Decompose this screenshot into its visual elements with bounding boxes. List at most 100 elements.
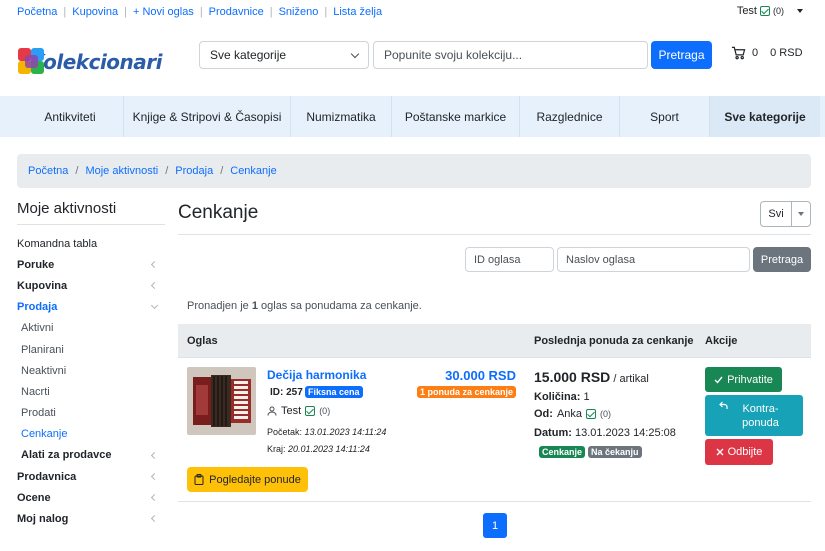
verified-check-icon <box>305 406 316 416</box>
pagination-page-1[interactable]: 1 <box>483 513 507 538</box>
chevron-left-icon <box>150 282 159 290</box>
offer-price: 15.000 RSD / artikal <box>534 369 649 385</box>
user-icon <box>267 406 277 416</box>
sidebar-item-cenkanje[interactable]: Cenkanje <box>17 424 165 445</box>
accordion-image <box>187 367 256 435</box>
chevron-down-icon <box>150 301 159 309</box>
clipboard-icon <box>194 474 204 485</box>
reject-offer-button[interactable]: Odbijte <box>705 439 773 465</box>
counter-offer-button[interactable]: Kontra-ponuda <box>705 395 803 436</box>
check-icon <box>714 376 723 384</box>
top-link-pocetna[interactable]: Početna <box>17 6 57 18</box>
offers-count-badge: 1 ponuda za cenkanje <box>416 386 516 398</box>
cat-knjige[interactable]: Knjige & Stripovi & Časopisi <box>124 96 291 137</box>
reply-arrow-icon <box>718 401 728 409</box>
listing-seller[interactable]: Test (0) <box>267 405 330 417</box>
breadcrumb: Početna / Moje aktivnosti / Prodaja / Cenka… <box>17 154 811 188</box>
verified-check-icon <box>586 409 597 419</box>
breadcrumb-prodaja[interactable]: Prodaja <box>175 165 213 177</box>
sidebar-item-planirani[interactable]: Planirani <box>17 339 165 360</box>
top-bar: Početna | Kupovina | + Novi oglas | Prodavn… <box>0 0 825 24</box>
chevron-left-icon <box>150 261 159 269</box>
sidebar-item-kupovina[interactable]: Kupovina <box>17 275 165 296</box>
col-oglas: Oglas <box>187 335 218 347</box>
puzzle-logo-icon <box>17 44 44 80</box>
chevron-left-icon <box>150 515 159 523</box>
chevron-left-icon <box>150 494 159 502</box>
sidebar: Moje aktivnosti Komandna tabla Poruke Ku… <box>17 200 165 530</box>
fixed-price-badge: Fiksna cena <box>305 386 363 398</box>
breadcrumb-moje-aktivnosti[interactable]: Moje aktivnosti <box>85 165 158 177</box>
search-button[interactable]: Pretraga <box>651 41 712 69</box>
top-link-kupovina[interactable]: Kupovina <box>72 6 118 18</box>
accept-offer-button[interactable]: Prihvatite <box>705 367 782 392</box>
search-input[interactable] <box>373 41 648 69</box>
listing-id-input[interactable] <box>465 247 554 272</box>
filter-search-button[interactable]: Pretraga <box>753 247 811 272</box>
top-link-lista-zelja[interactable]: Lista želja <box>333 6 382 18</box>
title-divider <box>178 234 811 235</box>
sidebar-item-prodati[interactable]: Prodati <box>17 403 165 424</box>
close-icon <box>716 448 724 456</box>
category-nav: Antikviteti Knjige & Stripovi & Časopisi… <box>0 96 825 137</box>
cat-antikviteti[interactable]: Antikviteti <box>17 96 124 137</box>
breadcrumb-pocetna[interactable]: Početna <box>28 165 68 177</box>
cart[interactable]: 0 0 RSD <box>731 46 803 60</box>
sidebar-item-prodavnica[interactable]: Prodavnica <box>17 466 165 487</box>
listing-start: Početak: 13.01.2023 14:11:24 <box>267 427 387 437</box>
table-row: Dečija harmonika ID: 257 Fiksna cena 30.… <box>178 358 811 502</box>
chevron-left-icon <box>150 473 159 481</box>
seller-rating: (0) <box>319 406 331 416</box>
header: Kolekcionari Sve kategorije Pretraga 0 0… <box>0 24 825 96</box>
sidebar-item-alati-za-prodavce[interactable]: Alati za prodavce <box>17 445 165 466</box>
sidebar-item-poruke[interactable]: Poruke <box>17 254 165 275</box>
offer-status-badge: Na čekanju <box>588 446 642 458</box>
sidebar-item-komandna-tabla[interactable]: Komandna tabla <box>17 233 165 254</box>
category-select-value: Sve kategorije <box>210 48 287 62</box>
status-filter-dropdown[interactable]: Svi <box>760 201 811 227</box>
user-name: Test <box>736 5 757 17</box>
offer-date: Datum: 13.01.2023 14:25:08 <box>534 427 676 439</box>
col-poslednja-ponuda: Poslednja ponuda za cenkanje <box>534 335 694 347</box>
chevron-left-icon <box>150 451 159 459</box>
listing-title-link[interactable]: Dečija harmonika <box>267 368 366 382</box>
verified-check-icon <box>760 6 770 16</box>
sidebar-item-nacrti[interactable]: Nacrti <box>17 381 165 402</box>
page-title: Cenkanje <box>178 202 259 223</box>
sidebar-title: Moje aktivnosti <box>17 200 165 225</box>
sidebar-item-aktivni[interactable]: Aktivni <box>17 318 165 339</box>
status-filter-toggle[interactable] <box>792 202 810 226</box>
site-logo[interactable]: Kolekcionari <box>17 42 162 82</box>
sidebar-item-prodaja[interactable]: Prodaja <box>17 297 165 318</box>
cat-sve-kategorije[interactable]: Sve kategorije <box>710 96 820 137</box>
listing-thumbnail[interactable] <box>187 367 256 435</box>
user-menu[interactable]: Test (0) <box>737 5 803 17</box>
breadcrumb-cenkanje[interactable]: Cenkanje <box>230 165 276 177</box>
view-offers-button[interactable]: Pogledajte ponude <box>187 467 308 492</box>
cat-razglednice[interactable]: Razglednice <box>520 96 620 137</box>
user-rating: (0) <box>773 6 784 16</box>
cat-sport[interactable]: Sport <box>620 96 710 137</box>
caret-down-icon <box>798 212 804 216</box>
sidebar-item-neaktivni[interactable]: Neaktivni <box>17 360 165 381</box>
col-akcije: Akcije <box>705 335 738 347</box>
listing-title-input[interactable] <box>557 247 750 272</box>
top-link-novi-oglas[interactable]: + Novi oglas <box>133 6 194 18</box>
top-link-prodavnice[interactable]: Prodavnice <box>209 6 264 18</box>
sidebar-item-ocene[interactable]: Ocene <box>17 487 165 508</box>
offer-quantity: Količina: 1 <box>534 391 590 403</box>
table-header: Oglas Poslednja ponuda za cenkanje Akcij… <box>178 324 811 358</box>
offer-type-badge: Cenkanje <box>539 446 586 458</box>
listing-id: ID: 257 <box>270 387 303 398</box>
top-link-snizeno[interactable]: Sniženo <box>279 6 319 18</box>
listing-price: 30.000 RSD <box>445 368 516 383</box>
category-select[interactable]: Sve kategorije <box>199 41 369 69</box>
offer-buyer[interactable]: Anka <box>557 408 582 420</box>
sidebar-item-moj-nalog[interactable]: Moj nalog <box>17 508 165 529</box>
chevron-down-icon <box>350 49 360 58</box>
cat-postanske-markice[interactable]: Poštanske markice <box>392 96 520 137</box>
cart-total: 0 RSD <box>770 47 803 59</box>
caret-down-icon <box>797 9 803 13</box>
cat-numizmatika[interactable]: Numizmatika <box>291 96 392 137</box>
offer-from: Od: Anka (0) <box>534 408 612 420</box>
